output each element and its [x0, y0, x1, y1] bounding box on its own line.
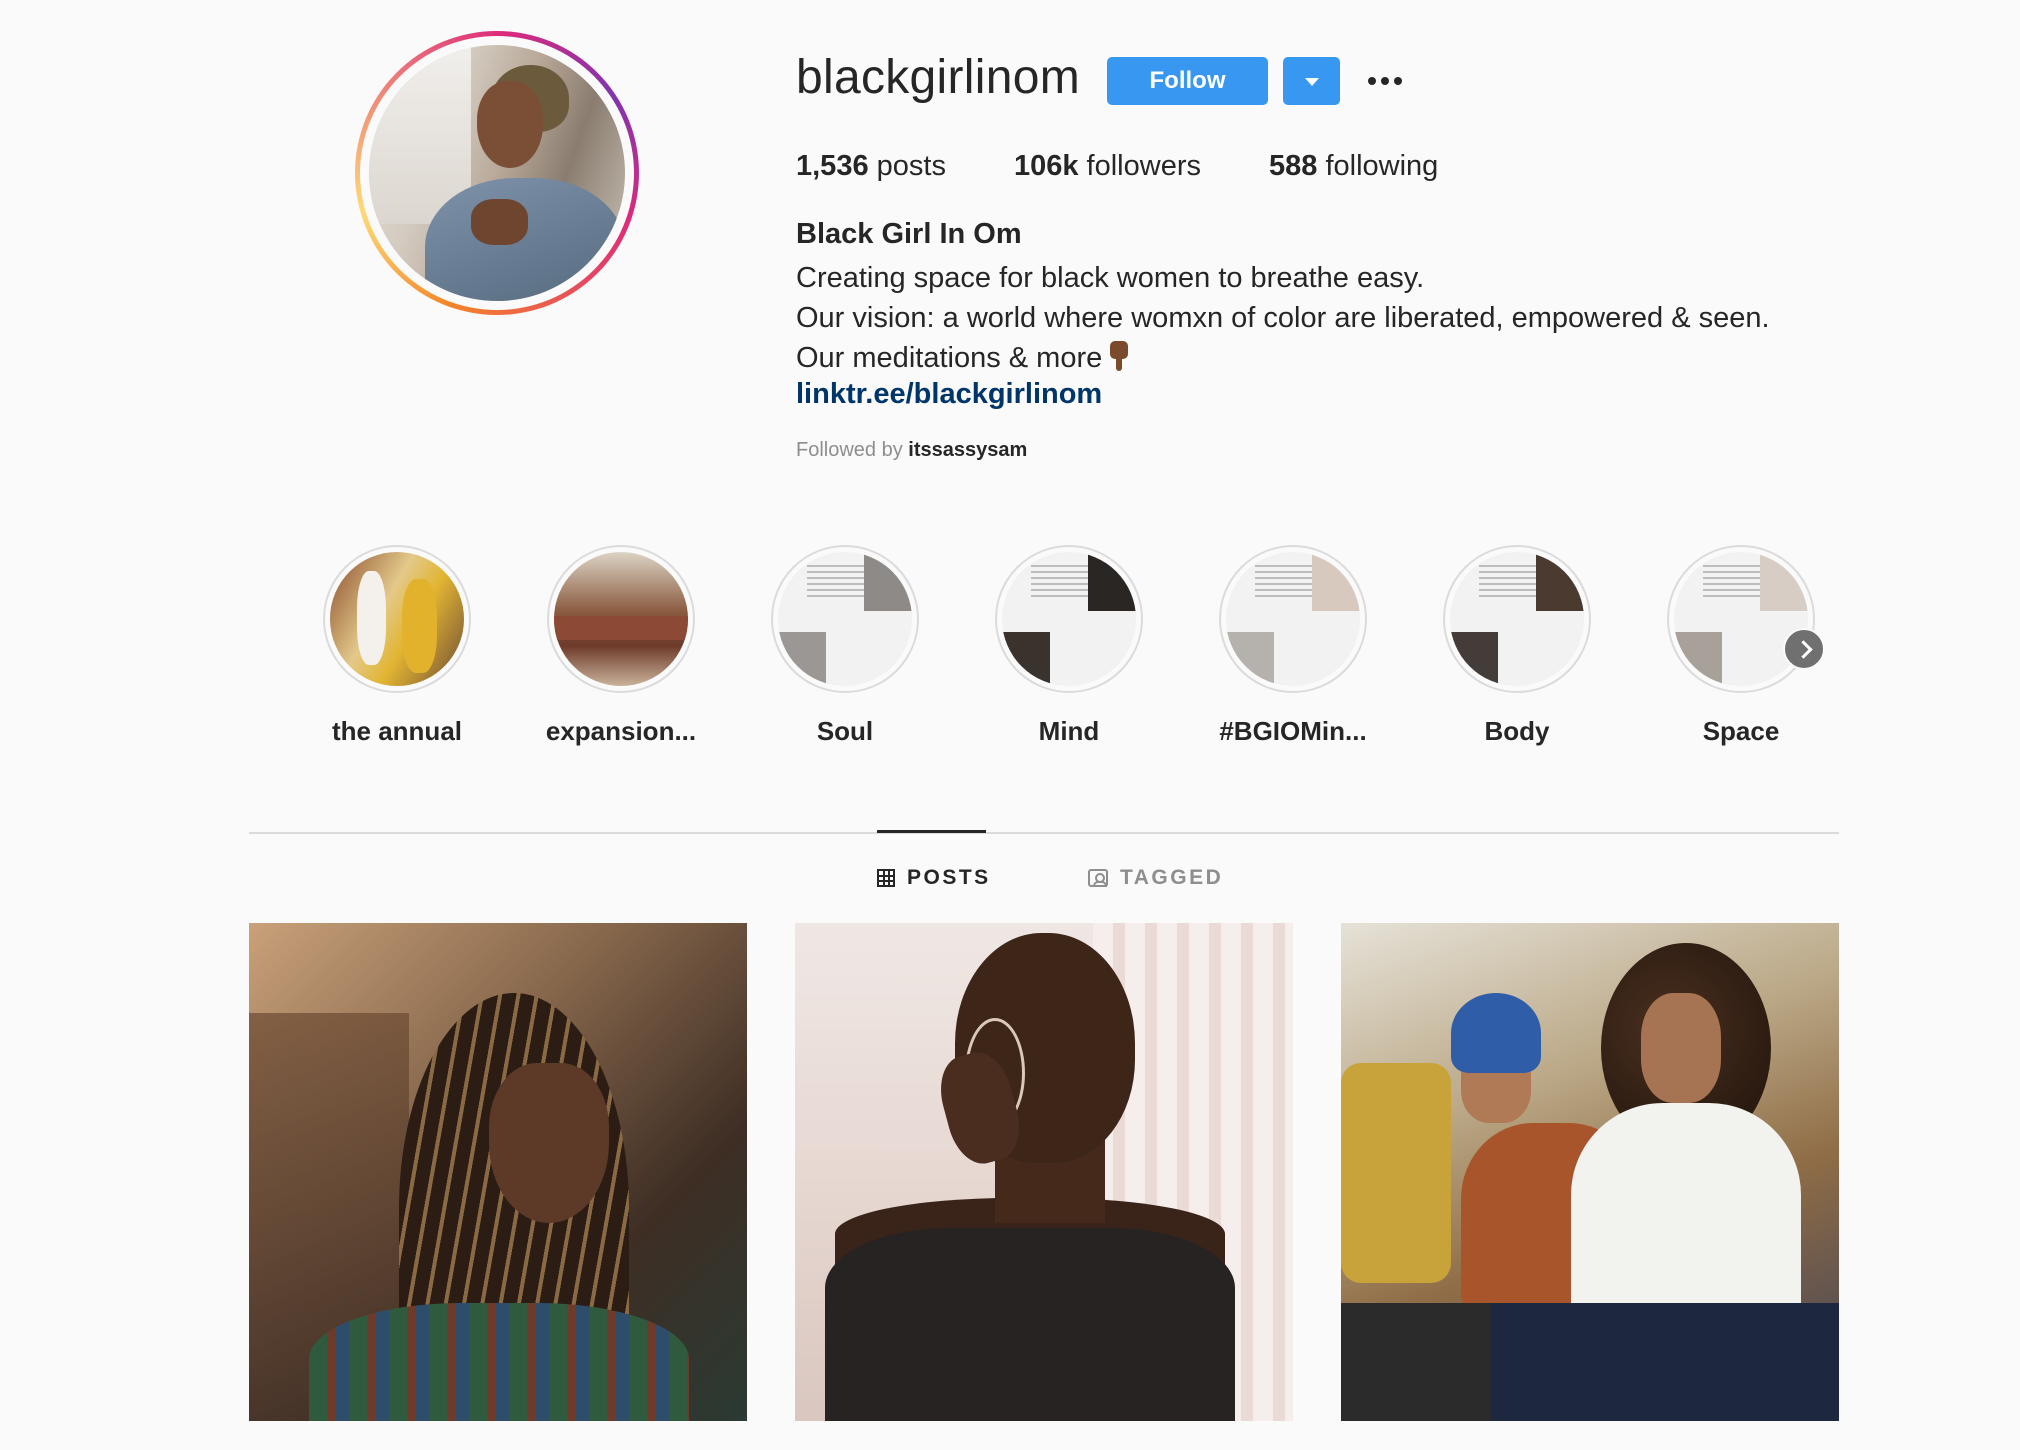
highlight-item[interactable]: expansion...: [521, 545, 721, 747]
profile-avatar[interactable]: [355, 31, 639, 315]
highlight-cover: [778, 552, 912, 686]
chevron-right-icon[interactable]: [1783, 628, 1825, 670]
highlight-cover: [1450, 552, 1584, 686]
highlight-cover: [1226, 552, 1360, 686]
profile-stats: 1,536 posts 106k followers 588 following: [796, 150, 1506, 183]
profile-username: blackgirlinom: [796, 51, 1081, 104]
tagged-icon: [1088, 869, 1108, 887]
tab-posts[interactable]: POSTS: [877, 866, 991, 890]
profile-full-name: Black Girl In Om: [796, 218, 1022, 250]
post-thumbnail[interactable]: [1341, 923, 1839, 1421]
highlight-label: Body: [1484, 716, 1550, 746]
post-thumbnail[interactable]: [249, 923, 747, 1421]
highlight-cover: [554, 552, 688, 686]
followed-by-user-link[interactable]: itssassysam: [908, 439, 1027, 461]
active-tab-indicator: [877, 830, 986, 833]
highlight-label: #BGIOMin...: [1219, 716, 1367, 746]
following-stat[interactable]: 588 following: [1269, 150, 1438, 183]
followers-stat[interactable]: 106k followers: [1014, 150, 1201, 183]
highlight-item[interactable]: Mind: [969, 545, 1169, 747]
highlight-label: Soul: [816, 716, 874, 746]
tabs-divider: [249, 832, 1839, 834]
highlight-cover: [1674, 552, 1808, 686]
profile-bio: Creating space for black women to breath…: [796, 258, 1770, 378]
followed-by: Followed by itssassysam: [796, 439, 1028, 461]
highlight-label: expansion...: [545, 716, 697, 746]
follow-button[interactable]: Follow: [1107, 57, 1268, 105]
highlight-cover: [330, 552, 464, 686]
bio-line: Our vision: a world where womxn of color…: [796, 302, 1770, 334]
story-highlights: the annual expansion... Soul Mind #BGIOM…: [0, 545, 2020, 747]
pointing-down-icon: [1108, 341, 1130, 371]
more-options-icon[interactable]: [1365, 66, 1405, 96]
highlight-item[interactable]: Soul: [745, 545, 945, 747]
highlight-item[interactable]: the annual: [297, 545, 497, 747]
tab-tagged[interactable]: TAGGED: [1088, 866, 1223, 890]
highlight-label: Mind: [1038, 716, 1100, 746]
profile-website-link[interactable]: linktr.ee/blackgirlinom: [796, 378, 1102, 411]
avatar-image: [369, 45, 625, 301]
highlight-label: the annual: [331, 716, 462, 746]
chevron-down-icon: [1305, 78, 1319, 86]
grid-icon: [877, 869, 895, 887]
bio-line: Creating space for black women to breath…: [796, 262, 1425, 294]
highlight-item[interactable]: #BGIOMin...: [1193, 545, 1393, 747]
post-thumbnail[interactable]: [795, 923, 1293, 1421]
bio-line: Our meditations & more: [796, 338, 1770, 378]
suggestions-dropdown-button[interactable]: [1283, 57, 1340, 105]
highlight-cover: [1002, 552, 1136, 686]
highlight-item[interactable]: Body: [1417, 545, 1617, 747]
posts-stat: 1,536 posts: [796, 150, 946, 182]
highlight-label: Space: [1702, 716, 1780, 746]
